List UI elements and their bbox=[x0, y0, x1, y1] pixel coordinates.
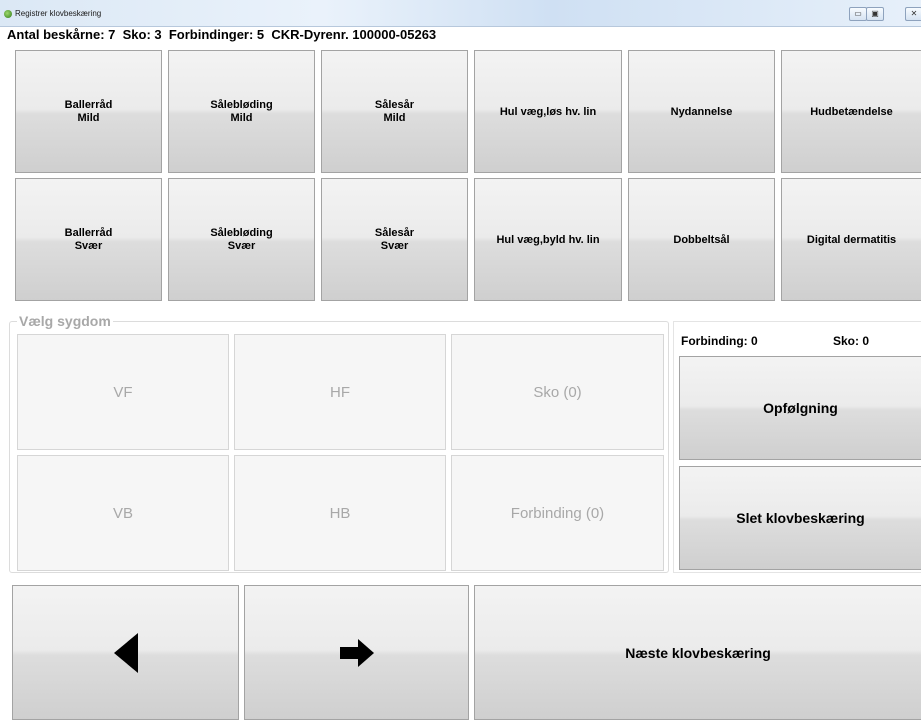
forward-button[interactable] bbox=[244, 585, 469, 720]
diagnosis-label: Hul væg,løs hv. lin bbox=[499, 105, 597, 118]
shoe-button[interactable]: Sko (0) bbox=[451, 334, 664, 450]
diagnosis-label: Nydannelse bbox=[670, 105, 733, 118]
diagnosis-saalesaar-mild-button[interactable]: Sålesår Mild bbox=[321, 50, 468, 173]
title-bar: Registrer klovbeskæring ▭ ▣ ✕ bbox=[0, 0, 921, 27]
summary-info: Antal beskårne: 7 Sko: 3 Forbindinger: 5… bbox=[7, 27, 437, 42]
diagnosis-label: Sålesår bbox=[374, 98, 415, 111]
hoof-hb-button[interactable]: HB bbox=[234, 455, 446, 571]
hoof-vb-button[interactable]: VB bbox=[17, 455, 229, 571]
diagnosis-label: Sålebløding bbox=[210, 98, 273, 111]
next-trimming-button[interactable]: Næste klovbeskæring bbox=[474, 585, 921, 720]
diagnosis-label: Hul væg,byld hv. lin bbox=[496, 233, 600, 246]
diagnosis-nydannelse-button[interactable]: Nydannelse bbox=[628, 50, 775, 173]
hoof-hf-button[interactable]: HF bbox=[234, 334, 446, 450]
window-title: Registrer klovbeskæring bbox=[15, 9, 102, 18]
bandage-label: Forbinding (0) bbox=[510, 504, 605, 522]
severity-label: Mild bbox=[77, 111, 100, 124]
bandage-count: Forbinding: 0 bbox=[681, 334, 758, 348]
app-icon bbox=[4, 10, 12, 18]
severity-label: Svær bbox=[74, 239, 103, 252]
diagnosis-hudbetaendelse-button[interactable]: Hudbetændelse bbox=[781, 50, 921, 173]
diagnosis-saalebloeding-mild-button[interactable]: Sålebløding Mild bbox=[168, 50, 315, 173]
triangle-left-icon bbox=[113, 632, 138, 673]
diagnosis-hul-vaeg-loes-button[interactable]: Hul væg,løs hv. lin bbox=[474, 50, 622, 173]
next-trimming-label: Næste klovbeskæring bbox=[625, 644, 771, 661]
severity-label: Svær bbox=[380, 239, 409, 252]
hoof-vf-button[interactable]: VF bbox=[17, 334, 229, 450]
severity-label: Mild bbox=[383, 111, 406, 124]
followup-label: Opfølgning bbox=[763, 400, 838, 416]
followup-button[interactable]: Opfølgning bbox=[679, 356, 921, 460]
minimize-button[interactable]: ▭ bbox=[849, 7, 867, 21]
diagnosis-label: Sålebløding bbox=[210, 226, 273, 239]
bandage-button[interactable]: Forbinding (0) bbox=[451, 455, 664, 571]
severity-label: Mild bbox=[230, 111, 253, 124]
delete-trimming-button[interactable]: Slet klovbeskæring bbox=[679, 466, 921, 570]
hoof-vb-label: VB bbox=[112, 504, 133, 522]
hoof-hf-label: HF bbox=[330, 383, 350, 401]
diagnosis-label: Ballerråd bbox=[64, 226, 113, 239]
diagnosis-label: Hudbetændelse bbox=[810, 105, 893, 118]
hoof-hb-label: HB bbox=[329, 504, 351, 522]
diagnosis-dobbeltsaal-button[interactable]: Dobbeltsål bbox=[628, 178, 775, 301]
shoe-label: Sko (0) bbox=[533, 383, 582, 401]
select-disease-label: Vælg sygdom bbox=[17, 313, 113, 329]
previous-button[interactable] bbox=[12, 585, 239, 720]
shoe-count: Sko: 0 bbox=[833, 334, 870, 348]
diagnosis-saalebloeding-svaer-button[interactable]: Sålebløding Svær bbox=[168, 178, 315, 301]
diagnosis-saalesaar-svaer-button[interactable]: Sålesår Svær bbox=[321, 178, 468, 301]
hoof-vf-label: VF bbox=[113, 383, 133, 401]
diagnosis-label: Ballerråd bbox=[64, 98, 113, 111]
diagnosis-digital-dermatitis-button[interactable]: Digital dermatitis bbox=[781, 178, 921, 301]
diagnosis-label: Dobbeltsål bbox=[673, 233, 730, 246]
delete-trimming-label: Slet klovbeskæring bbox=[736, 510, 865, 526]
diagnosis-label: Sålesår bbox=[374, 226, 415, 239]
diagnosis-label: Digital dermatitis bbox=[806, 233, 897, 246]
maximize-button[interactable]: ▣ bbox=[866, 7, 884, 21]
arrow-right-icon bbox=[339, 638, 374, 667]
close-button[interactable]: ✕ bbox=[905, 7, 921, 21]
diagnosis-ballerraad-mild-button[interactable]: Ballerråd Mild bbox=[15, 50, 162, 173]
diagnosis-hul-vaeg-byld-button[interactable]: Hul væg,byld hv. lin bbox=[474, 178, 622, 301]
diagnosis-ballerraad-svaer-button[interactable]: Ballerråd Svær bbox=[15, 178, 162, 301]
severity-label: Svær bbox=[227, 239, 256, 252]
